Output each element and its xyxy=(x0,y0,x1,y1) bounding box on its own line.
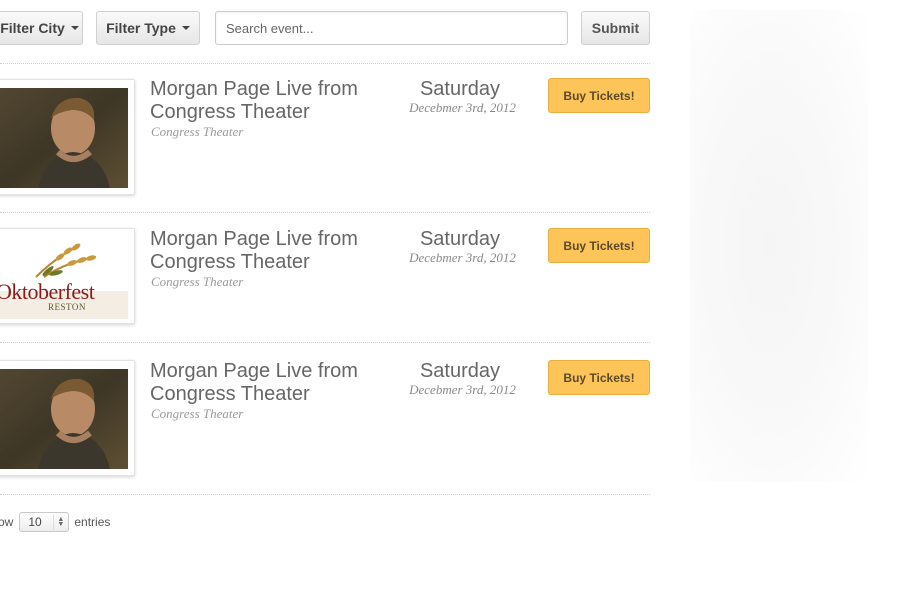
event-date: Decebmer 3rd, 2012 xyxy=(409,100,516,115)
event-thumbnail[interactable] xyxy=(0,79,135,195)
oktoberfest-logo: Oktoberfest RESTON xyxy=(0,235,128,319)
buy-tickets-label: Buy Tickets! xyxy=(563,370,635,385)
event-date: Decebmer 3rd, 2012 xyxy=(409,250,516,265)
submit-button[interactable]: Submit xyxy=(581,11,650,45)
event-row: Morgan Page Live from Congress Theater C… xyxy=(0,78,650,198)
event-row: Morgan Page Live from Congress Theater C… xyxy=(0,360,650,480)
divider xyxy=(0,342,650,343)
event-day: Saturday xyxy=(419,360,501,382)
filter-bar: Filter City Filter Type Submit xyxy=(0,11,650,45)
filter-type-label: Filter Type xyxy=(106,20,176,36)
oktoberfest-logo-subtext: RESTON xyxy=(48,302,86,312)
buy-tickets-button[interactable]: Buy Tickets! xyxy=(548,78,650,113)
filter-city-button[interactable]: Filter City xyxy=(0,11,83,45)
buy-tickets-label: Buy Tickets! xyxy=(563,238,635,253)
event-title[interactable]: Morgan Page Live from Congress Theater xyxy=(150,78,395,124)
filter-city-label: Filter City xyxy=(0,20,65,36)
divider xyxy=(0,63,650,64)
event-row: Oktoberfest RESTON Morgan Page Live from… xyxy=(0,228,650,328)
artist-photo xyxy=(0,369,128,469)
event-thumbnail[interactable] xyxy=(0,360,135,476)
stepper-arrows-icon: ▲ ▼ xyxy=(53,514,64,530)
entries-value: 10 xyxy=(28,515,42,529)
caret-down-icon xyxy=(70,26,79,30)
show-entries-control: ow 10 ▲ ▼ entries xyxy=(0,512,110,532)
event-title[interactable]: Morgan Page Live from Congress Theater xyxy=(150,228,395,274)
event-venue: Congress Theater xyxy=(151,124,244,139)
filter-type-button[interactable]: Filter Type xyxy=(96,11,200,45)
event-venue: Congress Theater xyxy=(151,406,244,421)
buy-tickets-button[interactable]: Buy Tickets! xyxy=(548,360,650,395)
search-event-input[interactable] xyxy=(215,11,568,45)
event-title[interactable]: Morgan Page Live from Congress Theater xyxy=(150,360,395,406)
submit-label: Submit xyxy=(591,20,640,36)
event-day: Saturday xyxy=(419,228,501,250)
divider xyxy=(0,494,650,495)
entries-per-page-select[interactable]: 10 ▲ ▼ xyxy=(19,512,70,532)
event-day: Saturday xyxy=(419,78,501,100)
artist-photo xyxy=(0,88,128,188)
buy-tickets-button[interactable]: Buy Tickets! xyxy=(548,228,650,263)
show-entries-suffix: entries xyxy=(74,515,111,529)
divider xyxy=(0,212,650,213)
buy-tickets-label: Buy Tickets! xyxy=(563,88,635,103)
show-entries-prefix: ow xyxy=(0,515,14,529)
caret-down-icon xyxy=(181,26,190,30)
event-venue: Congress Theater xyxy=(151,274,244,289)
event-thumbnail[interactable]: Oktoberfest RESTON xyxy=(0,228,135,324)
event-date: Decebmer 3rd, 2012 xyxy=(409,382,516,397)
side-panel-shadow xyxy=(690,10,868,482)
